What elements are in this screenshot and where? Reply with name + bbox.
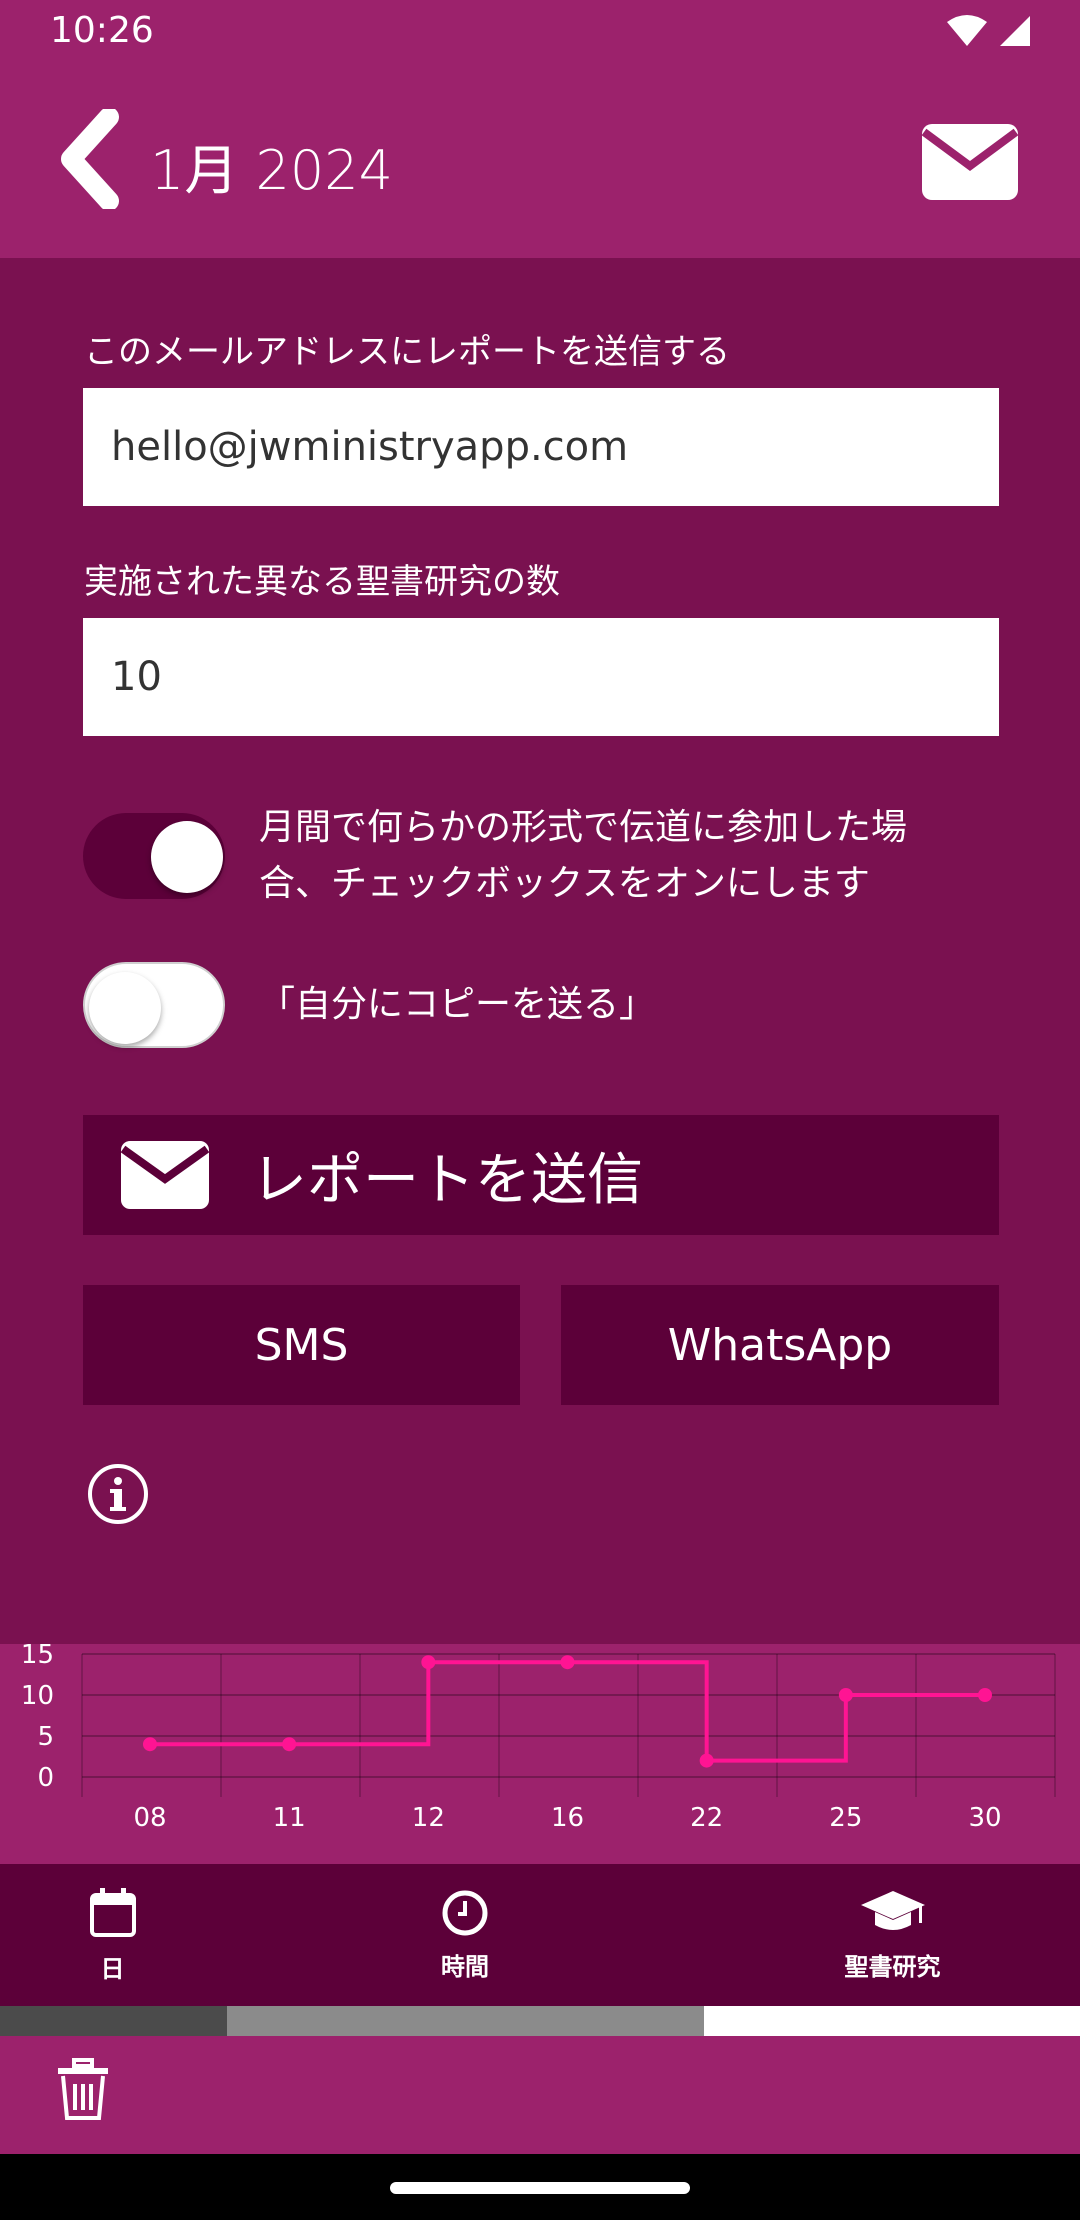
data-point xyxy=(143,1737,157,1752)
home-gesture-pill[interactable] xyxy=(390,2182,690,2194)
y-tick-label: 10 xyxy=(21,1681,54,1711)
y-tick-label: 5 xyxy=(37,1722,54,1752)
bottom-nav: 日 時間 聖書研究 xyxy=(0,1864,1080,2006)
status-icons xyxy=(946,14,1032,48)
chart-svg: 15 10 5 0 08 11 12 16 22 25 30 xyxy=(21,1640,1056,1833)
data-point xyxy=(282,1737,297,1752)
calendar-icon xyxy=(89,1887,136,1937)
envelope-icon xyxy=(120,1141,210,1209)
progress-segment-2 xyxy=(227,2006,704,2036)
studies-label: 実施された異なる聖書研究の数 xyxy=(84,562,560,602)
clock-icon xyxy=(442,1890,488,1935)
envelope-icon xyxy=(921,124,1019,200)
tab-day-label: 日 xyxy=(100,1954,125,1983)
email-field[interactable] xyxy=(83,388,999,506)
data-point xyxy=(978,1688,992,1702)
data-point xyxy=(560,1655,575,1670)
x-tick-label: 30 xyxy=(968,1803,1001,1833)
participated-toggle[interactable] xyxy=(83,813,225,899)
toggle-knob xyxy=(89,972,161,1044)
data-point xyxy=(421,1655,436,1670)
trash-icon[interactable] xyxy=(56,2058,110,2122)
page-title: 1月 2024 xyxy=(150,139,393,202)
send-report-button[interactable]: レポートを送信 xyxy=(83,1115,999,1235)
back-button[interactable] xyxy=(52,104,132,214)
send-report-label: レポートを送信 xyxy=(251,1147,643,1213)
x-tick-label: 08 xyxy=(133,1803,166,1833)
tab-time-label: 時間 xyxy=(441,1952,489,1981)
graduation-cap-icon xyxy=(860,1890,925,1930)
tab-bible-studies-label: 聖書研究 xyxy=(844,1952,941,1981)
series-line xyxy=(150,1660,985,1763)
tab-day[interactable]: 日 xyxy=(40,1864,185,2006)
email-report-button[interactable] xyxy=(920,122,1020,202)
x-tick-label: 16 xyxy=(551,1803,584,1833)
sms-button[interactable]: SMS xyxy=(83,1285,520,1405)
report-form: このメールアドレスにレポートを送信する 実施された異なる聖書研究の数 月間で何ら… xyxy=(0,258,1080,1644)
studies-chart: 15 10 5 0 08 11 12 16 22 25 30 xyxy=(0,1640,1080,1864)
progress-segment-1 xyxy=(0,2006,227,2036)
participated-row: 月間で何らかの形式で伝道に参加した場 合、チェックボックスをオンにします xyxy=(83,800,999,912)
status-time: 10:26 xyxy=(50,10,154,51)
send-copy-label: 「自分にコピーを送る」 xyxy=(259,984,656,1025)
tab-time[interactable]: 時間 xyxy=(395,1864,535,2006)
send-copy-toggle[interactable] xyxy=(83,962,225,1048)
wifi-icon xyxy=(947,15,987,46)
x-tick-label: 22 xyxy=(690,1803,723,1833)
tab-bible-studies[interactable]: 聖書研究 xyxy=(815,1864,970,2006)
participated-label-line1: 月間で何らかの形式で伝道に参加した場 xyxy=(259,807,908,848)
studies-count-field[interactable] xyxy=(83,618,999,736)
y-tick-label: 15 xyxy=(21,1644,54,1670)
copy-row: 「自分にコピーを送る」 xyxy=(83,962,999,1048)
x-tick-label: 12 xyxy=(412,1803,445,1833)
system-gesture-bar xyxy=(0,2154,1080,2220)
toggle-knob xyxy=(151,821,223,893)
status-bar: 10:26 xyxy=(0,0,1080,64)
y-tick-label: 0 xyxy=(37,1763,54,1793)
data-point xyxy=(838,1688,853,1702)
footer-toolbar xyxy=(0,2036,1080,2154)
tab-progress-indicator xyxy=(0,2006,1080,2036)
signal-icon xyxy=(1000,16,1030,46)
email-label: このメールアドレスにレポートを送信する xyxy=(84,332,730,372)
app-bar: 1月 2024 xyxy=(0,64,1080,258)
x-tick-label: 25 xyxy=(829,1803,862,1833)
chevron-left-icon xyxy=(61,109,119,209)
data-point xyxy=(699,1753,714,1768)
info-icon[interactable] xyxy=(86,1462,150,1526)
x-tick-label: 11 xyxy=(273,1803,306,1833)
participated-label-line2: 合、チェックボックスをオンにします xyxy=(259,863,870,904)
whatsapp-button[interactable]: WhatsApp xyxy=(561,1285,999,1405)
participated-label: 月間で何らかの形式で伝道に参加した場 合、チェックボックスをオンにします xyxy=(259,800,907,912)
